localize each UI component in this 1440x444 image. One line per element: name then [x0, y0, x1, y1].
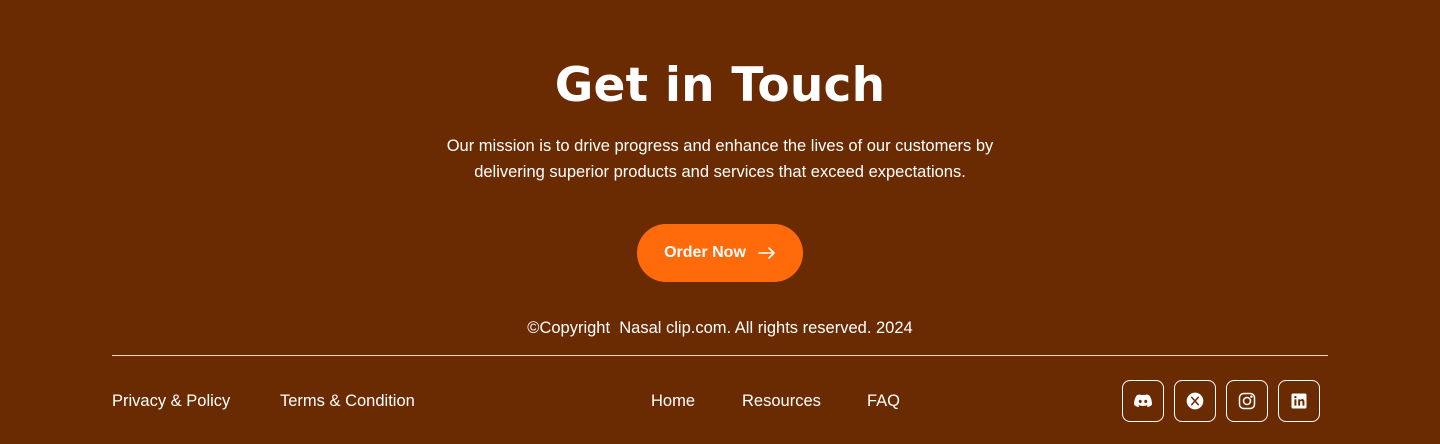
section-title: Get in Touch	[554, 58, 886, 113]
order-now-label: Order Now	[664, 244, 746, 261]
mission-line-1: Our mission is to drive progress and enh…	[446, 137, 994, 155]
footer-divider	[112, 355, 1328, 356]
x-button[interactable]	[1174, 380, 1216, 422]
mission-text: Our mission is to drive progress and enh…	[380, 133, 1060, 185]
arrow-right-icon	[758, 247, 775, 259]
linkedin-button[interactable]	[1278, 380, 1320, 422]
faq-link[interactable]: FAQ	[867, 392, 900, 411]
order-now-button[interactable]: Order Now	[637, 224, 803, 282]
home-link[interactable]: Home	[651, 392, 695, 411]
discord-icon	[1134, 394, 1152, 408]
social-links	[1122, 380, 1320, 422]
instagram-button[interactable]	[1226, 380, 1268, 422]
instagram-icon	[1238, 392, 1256, 410]
discord-button[interactable]	[1122, 380, 1164, 422]
privacy-policy-link[interactable]: Privacy & Policy	[112, 392, 230, 411]
get-in-touch-section: Get in Touch Our mission is to drive pro…	[0, 0, 1440, 444]
x-icon	[1186, 392, 1204, 410]
copyright-text: ©Copyright Nasal clip.com. All rights re…	[527, 319, 913, 337]
mission-line-2: delivering superior products and service…	[474, 163, 966, 181]
linkedin-icon	[1291, 393, 1307, 409]
resources-link[interactable]: Resources	[742, 392, 821, 411]
terms-condition-link[interactable]: Terms & Condition	[280, 392, 415, 411]
